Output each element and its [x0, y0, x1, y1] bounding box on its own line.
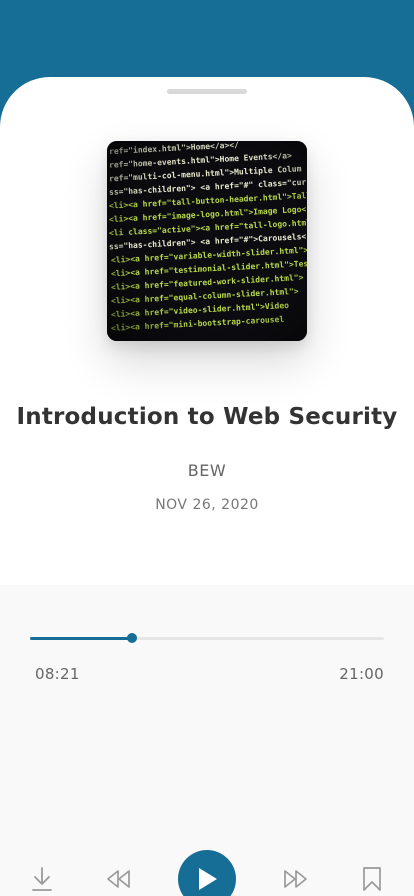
fast-forward-icon	[284, 870, 307, 888]
episode-artwork: ref="index.html">Home</a></ref="home-eve…	[107, 141, 307, 341]
rewind-button[interactable]	[105, 865, 133, 893]
sheet-grabber-handle[interactable]	[167, 89, 247, 94]
download-icon	[32, 867, 52, 891]
progress-fill	[30, 637, 132, 640]
progress-slider[interactable]	[30, 633, 384, 643]
code-screen-image: ref="index.html">Home</a></ref="home-eve…	[107, 141, 307, 341]
rewind-icon	[107, 870, 130, 888]
episode-title: Introduction to Web Security	[16, 404, 398, 430]
episode-date: NOV 26, 2020	[155, 497, 259, 513]
elapsed-time: 08:21	[35, 665, 80, 683]
download-button[interactable]	[28, 865, 56, 893]
total-time: 21:00	[339, 665, 384, 683]
play-icon	[199, 868, 217, 890]
episode-author[interactable]: BEW	[0, 461, 414, 480]
playback-panel: 08:21 21:00	[0, 585, 414, 896]
progress-thumb[interactable]	[127, 633, 137, 643]
play-button[interactable]	[178, 850, 236, 896]
now-playing-screen: ref="index.html">Home</a></ref="home-eve…	[0, 0, 414, 896]
bookmark-icon	[363, 867, 381, 891]
fast-forward-button[interactable]	[281, 865, 309, 893]
bookmark-button[interactable]	[358, 865, 386, 893]
player-sheet: ref="index.html">Home</a></ref="home-eve…	[0, 77, 414, 896]
